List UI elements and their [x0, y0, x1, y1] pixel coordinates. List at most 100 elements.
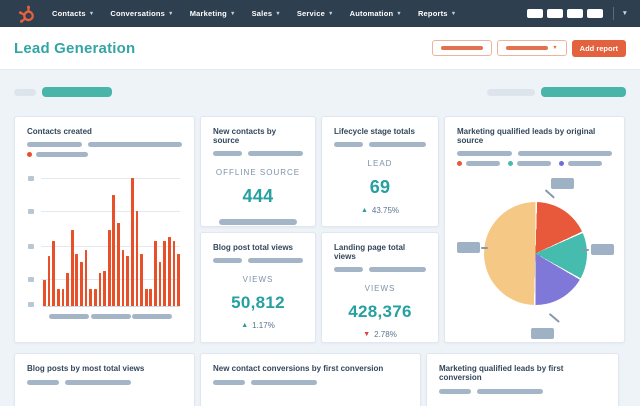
card-subtitle-placeholder — [213, 151, 303, 156]
metric-label: VIEWS — [364, 284, 396, 293]
filter-group-left — [14, 87, 112, 97]
filter-placeholder[interactable] — [541, 87, 626, 97]
dashboard-grid-row-2: Blog posts by most total views New conta… — [0, 343, 640, 406]
bar — [149, 289, 153, 306]
metric-label: LEAD — [367, 159, 393, 168]
delta-value: 2.78% — [374, 330, 397, 339]
nav-item-automation[interactable]: Automation ▼ — [350, 9, 402, 18]
delta-value: 43.75% — [371, 206, 400, 215]
card-subtitle-placeholder — [27, 380, 182, 385]
delta-up-icon — [241, 322, 248, 329]
nav-utility-icon[interactable] — [546, 9, 563, 18]
hubspot-logo-icon[interactable] — [18, 5, 36, 23]
metric-delta: 43.75% — [334, 206, 426, 215]
bar — [158, 262, 162, 306]
card-title: Blog post total views — [213, 243, 294, 252]
nav-item-marketing[interactable]: Marketing ▼ — [190, 9, 236, 18]
legend-item — [559, 161, 602, 166]
bar — [121, 249, 125, 306]
legend-swatch — [457, 161, 462, 166]
nav-item-service[interactable]: Service ▼ — [297, 9, 334, 18]
page-title: Lead Generation — [14, 39, 136, 57]
dashboard-action-button[interactable] — [432, 40, 493, 56]
chevron-down-icon: ▼ — [450, 10, 457, 17]
dashboard-grid: Contacts created New contacts by source … — [0, 97, 640, 343]
card-lifecycle-stage-totals: Lifecycle stage totals LEAD 69 43.75% — [321, 116, 439, 227]
card-new-contacts-by-source: New contacts by source OFFLINE SOURCE 44… — [200, 116, 316, 227]
card-subtitle-placeholder — [213, 380, 408, 385]
legend-label-placeholder — [36, 152, 88, 157]
delta-value: 1.17% — [252, 321, 275, 330]
header-actions: ▼ Add report — [432, 39, 626, 57]
card-subtitle-placeholder — [439, 389, 606, 394]
bar — [130, 178, 134, 306]
bar — [56, 289, 60, 306]
nav-utility-icon[interactable] — [586, 9, 603, 18]
card-mql-by-original-source: Marketing qualified leads by original so… — [444, 116, 625, 343]
legend-item — [508, 161, 551, 166]
nav-utility-icon[interactable] — [526, 9, 543, 18]
bar — [84, 249, 88, 306]
legend-swatch — [27, 152, 32, 157]
y-tick-placeholder — [28, 209, 34, 214]
filter-placeholder[interactable] — [14, 88, 36, 96]
nav-utilities: ▼ — [523, 7, 628, 20]
filter-placeholder[interactable] — [487, 88, 535, 96]
bar — [80, 262, 83, 306]
filter-placeholder[interactable] — [42, 87, 112, 97]
bar — [126, 256, 130, 306]
account-chevron-down-icon[interactable]: ▼ — [622, 10, 628, 17]
card-title: New contacts by source — [213, 127, 277, 145]
legend-swatch — [508, 161, 513, 166]
bar — [93, 289, 97, 306]
bar-chart — [28, 171, 180, 307]
bar — [98, 272, 102, 306]
card-title: Blog posts by most total views — [27, 364, 145, 373]
dashboard-actions-dropdown[interactable]: ▼ — [497, 40, 567, 56]
pie-callout-placeholder — [531, 328, 554, 339]
y-tick-placeholder — [28, 244, 34, 249]
bar — [167, 236, 171, 306]
card-subtitle-placeholder — [334, 267, 426, 272]
x-axis-label-placeholders — [27, 314, 182, 319]
nav-item-conversations[interactable]: Conversations ▼ — [110, 9, 173, 18]
chevron-down-icon: ▼ — [229, 10, 236, 17]
pie-callout-line — [545, 189, 555, 199]
nav-utility-icon[interactable] — [566, 9, 583, 18]
bar-chart-bars — [43, 171, 180, 307]
bar — [140, 253, 143, 306]
bar — [135, 211, 139, 306]
chevron-down-icon: ▼ — [275, 10, 281, 17]
page-header: Lead Generation ▼ Add report — [0, 27, 640, 70]
nav-item-sales[interactable]: Sales ▼ — [252, 9, 281, 18]
chevron-down-icon: ▼ — [396, 10, 402, 17]
bar — [89, 289, 93, 306]
chevron-down-icon: ▼ — [327, 10, 334, 17]
card-subtitle-placeholder — [334, 142, 426, 147]
nav-item-reports[interactable]: Reports ▼ — [418, 9, 456, 18]
pie-legend — [457, 161, 612, 166]
chart-legend — [27, 152, 182, 157]
y-tick-placeholder — [28, 176, 34, 181]
pie-callout-line — [549, 312, 560, 323]
bar — [47, 256, 51, 306]
pie-chart — [484, 202, 587, 305]
nav-item-contacts[interactable]: Contacts ▼ — [52, 9, 94, 18]
pie-callout-line — [582, 249, 589, 251]
bar — [61, 289, 65, 306]
bar — [117, 222, 120, 306]
card-contacts-created: Contacts created — [14, 116, 195, 343]
nav-menu: Contacts ▼ Conversations ▼ Marketing ▼ Sale… — [52, 9, 523, 18]
pie-chart-area — [457, 176, 614, 344]
card-subtitle-placeholder — [27, 142, 182, 147]
card-blog-post-total-views: Blog post total views VIEWS 50,812 1.17% — [200, 232, 316, 343]
nav-divider — [612, 7, 614, 20]
pie-callout-placeholder — [591, 244, 614, 255]
top-nav: Contacts ▼ Conversations ▼ Marketing ▼ Sale… — [0, 0, 640, 27]
card-title: Marketing qualified leads by first conve… — [439, 364, 564, 382]
bar — [154, 240, 157, 306]
card-subtitle-placeholder — [457, 151, 612, 156]
bar — [172, 240, 176, 306]
bar — [177, 253, 180, 306]
add-report-button[interactable]: Add report — [571, 39, 626, 57]
